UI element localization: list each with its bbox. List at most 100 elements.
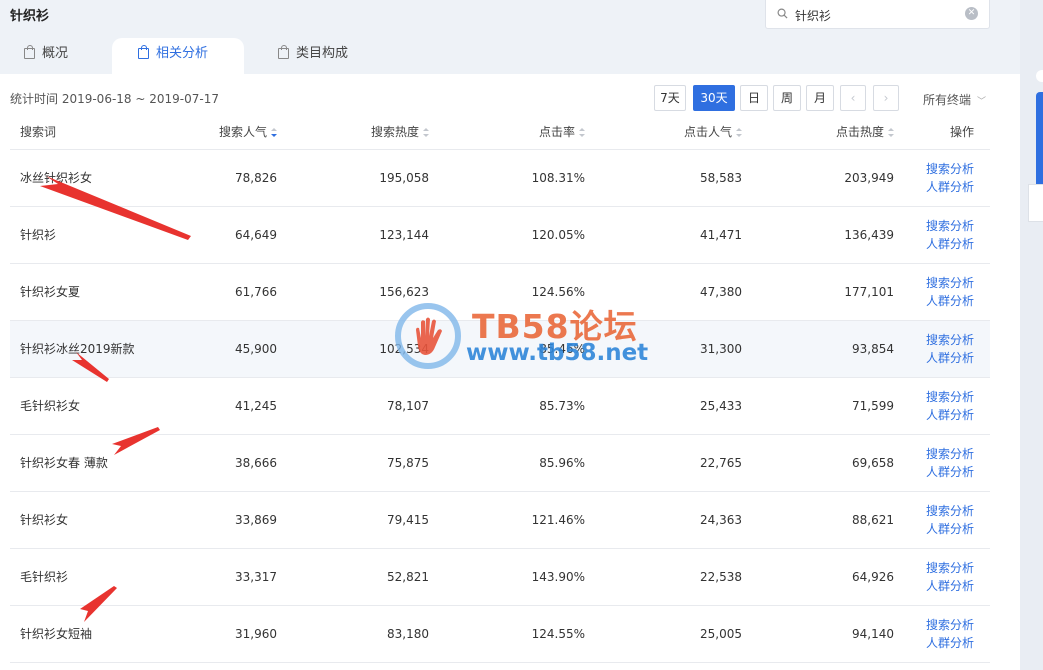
cell-search-popularity: 33,317 [150,548,277,606]
search-icon [777,8,788,19]
table-header-row: 搜索词 搜索人气 搜索热度 点击率 点击人气 点击热度 操作 [10,114,990,150]
cell-actions: 搜索分析 人群分析 [894,548,990,606]
cell-term: 针织衫女春 薄款 [10,434,150,492]
period-week-button[interactable]: 周 [773,85,801,111]
cell-search-popularity: 38,666 [150,434,277,492]
cell-term: 毛针织衫 [10,548,150,606]
table-row: 针织衫女春 薄款 38,666 75,875 85.96% 22,765 69,658 搜索… [10,434,990,492]
table-row: 毛针织衫女 41,245 78,107 85.73% 25,433 71,599 搜索分析人… [10,377,990,435]
cell-search-heat: 102,534 [277,320,429,378]
search-analysis-link[interactable]: 搜索分析 [894,217,974,235]
tab-related-analysis[interactable]: 相关分析 [138,38,208,74]
search-analysis-link[interactable]: 搜索分析 [894,616,974,634]
crowd-analysis-link[interactable]: 人群分析 [894,406,974,424]
cell-ctr: 121.46% [429,491,585,549]
cell-click-heat: 88,621 [742,491,894,549]
cell-term: 针织衫 [10,206,150,264]
crowd-analysis-link[interactable]: 人群分析 [894,349,974,367]
sort-icon[interactable] [888,127,894,137]
header-term: 搜索词 [10,114,150,150]
cell-click-heat: 203,949 [742,149,894,207]
cell-search-popularity: 31,960 [150,605,277,663]
side-tab[interactable] [1036,92,1043,195]
cell-search-heat: 156,623 [277,263,429,321]
period-month-button[interactable]: 月 [806,85,834,111]
cell-click-heat: 64,926 [742,548,894,606]
cell-search-popularity: 78,826 [150,149,277,207]
cell-click-heat: 94,140 [742,605,894,663]
cell-click-popularity: 22,765 [585,434,742,492]
header-click-popularity[interactable]: 点击人气 [585,114,742,150]
header-ctr[interactable]: 点击率 [429,114,585,150]
crowd-analysis-link[interactable]: 人群分析 [894,634,974,652]
crowd-analysis-link[interactable]: 人群分析 [894,292,974,310]
cell-click-popularity: 25,433 [585,377,742,435]
sort-icon[interactable] [579,127,585,137]
cell-actions: 搜索分析 人群分析 [894,434,990,492]
main-panel: 针织衫 针织衫 ✕ 概况 相关分析 类目构成 统计时间 2019-06-18 ~… [0,0,1020,670]
cell-term: 针织衫女夏 [10,263,150,321]
terminal-label: 所有终端 [923,93,972,107]
crowd-analysis-link[interactable]: 人群分析 [894,520,974,538]
search-analysis-link[interactable]: 搜索分析 [894,559,974,577]
tab-label: 概况 [42,46,69,61]
period-7d-button[interactable]: 7天 [654,85,686,111]
header-search-popularity[interactable]: 搜索人气 [150,114,277,150]
next-period-button[interactable]: › [873,85,899,111]
cell-click-popularity: 22,538 [585,548,742,606]
sort-icon[interactable] [423,127,429,137]
cell-term: 针织衫女短袖 [10,605,150,663]
cell-search-heat: 52,821 [277,548,429,606]
search-analysis-link[interactable]: 搜索分析 [894,160,974,178]
cell-search-heat: 195,058 [277,149,429,207]
cell-search-popularity: 41,245 [150,377,277,435]
tab-category-composition[interactable]: 类目构成 [278,38,348,74]
cell-ctr: 85.46% [429,320,585,378]
side-box[interactable] [1028,184,1043,222]
search-value[interactable]: 针织衫 [795,7,831,24]
table-row: 针织衫女夏 61,766 156,623 124.56% 47,380 177,101 搜索… [10,263,990,321]
stat-period: 统计时间 2019-06-18 ~ 2019-07-17 [10,92,219,106]
cell-term: 冰丝针织衫女 [10,149,150,207]
terminal-dropdown[interactable]: 所有终端 ﹀ [923,91,986,108]
bag-icon [278,45,289,59]
cell-click-popularity: 47,380 [585,263,742,321]
tab-overview[interactable]: 概况 [24,38,68,74]
header-click-heat[interactable]: 点击热度 [742,114,894,150]
cell-click-heat: 177,101 [742,263,894,321]
search-analysis-link[interactable]: 搜索分析 [894,331,974,349]
page-title: 针织衫 [10,9,50,24]
sort-icon[interactable] [736,127,742,137]
cell-actions: 搜索分析 人群分析 [894,605,990,663]
table-row: 毛针织衫 33,317 52,821 143.90% 22,538 64,926 搜索分析人… [10,548,990,606]
cell-term: 毛针织衫女 [10,377,150,435]
header-search-heat[interactable]: 搜索热度 [277,114,429,150]
tab-bar: 概况 相关分析 类目构成 [0,38,600,74]
crowd-analysis-link[interactable]: 人群分析 [894,463,974,481]
cell-term: 针织衫冰丝2019新款 [10,320,150,378]
cell-search-heat: 83,180 [277,605,429,663]
side-panel [1020,0,1043,670]
cell-actions: 搜索分析 人群分析 [894,206,990,264]
search-analysis-link[interactable]: 搜索分析 [894,445,974,463]
cell-actions: 搜索分析 人群分析 [894,263,990,321]
crowd-analysis-link[interactable]: 人群分析 [894,235,974,253]
crowd-analysis-link[interactable]: 人群分析 [894,577,974,595]
prev-period-button[interactable]: ‹ [840,85,866,111]
search-analysis-link[interactable]: 搜索分析 [894,388,974,406]
cell-search-popularity: 61,766 [150,263,277,321]
cell-search-popularity: 64,649 [150,206,277,264]
period-day-button[interactable]: 日 [740,85,768,111]
period-30d-button[interactable]: 30天 [693,85,735,111]
chevron-down-icon: ﹀ [977,97,987,107]
search-input[interactable]: 针织衫 ✕ [765,0,990,29]
cell-ctr: 108.31% [429,149,585,207]
search-analysis-link[interactable]: 搜索分析 [894,274,974,292]
tab-label: 类目构成 [296,46,349,61]
crowd-analysis-link[interactable]: 人群分析 [894,178,974,196]
search-analysis-link[interactable]: 搜索分析 [894,502,974,520]
cell-ctr: 85.73% [429,377,585,435]
sort-icon[interactable] [271,127,277,137]
side-handle[interactable] [1036,70,1043,82]
clear-icon[interactable]: ✕ [965,7,978,20]
